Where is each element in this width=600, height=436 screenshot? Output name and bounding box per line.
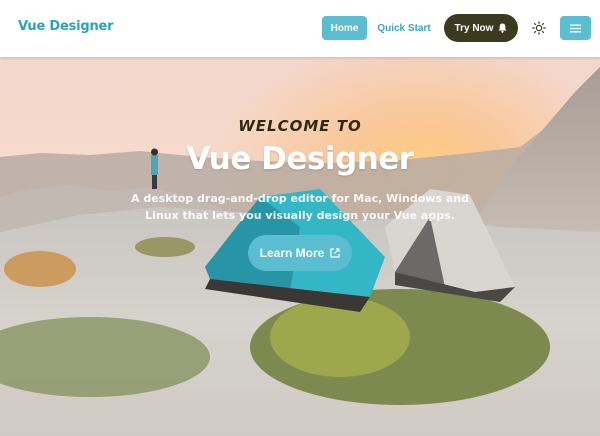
theme-toggle-button[interactable] [530,19,548,37]
external-link-icon [330,248,340,258]
hero-description: A desktop drag-and-drop editor for Mac, … [131,192,469,222]
try-now-button[interactable]: Try Now [444,14,518,42]
hero-title: Vue Designer [186,141,414,177]
hamburger-menu-icon [570,24,581,32]
hero-section: WELCOME TO Vue Designer A desktop drag-a… [0,57,600,436]
try-now-label: Try Now [454,22,494,34]
hero-eyebrow: WELCOME TO [238,117,362,135]
bell-icon [498,23,507,33]
nav-quick-start-link[interactable]: Quick Start [377,16,430,40]
navbar: Vue Designer Home Quick Start Try Now [0,0,600,57]
learn-more-label: Learn More [259,246,325,260]
menu-button[interactable] [560,16,591,40]
brand-logo-text[interactable]: Vue Designer [18,19,114,34]
nav-home-button[interactable]: Home [322,16,367,40]
sun-icon [532,21,546,35]
learn-more-button[interactable]: Learn More [248,235,352,271]
